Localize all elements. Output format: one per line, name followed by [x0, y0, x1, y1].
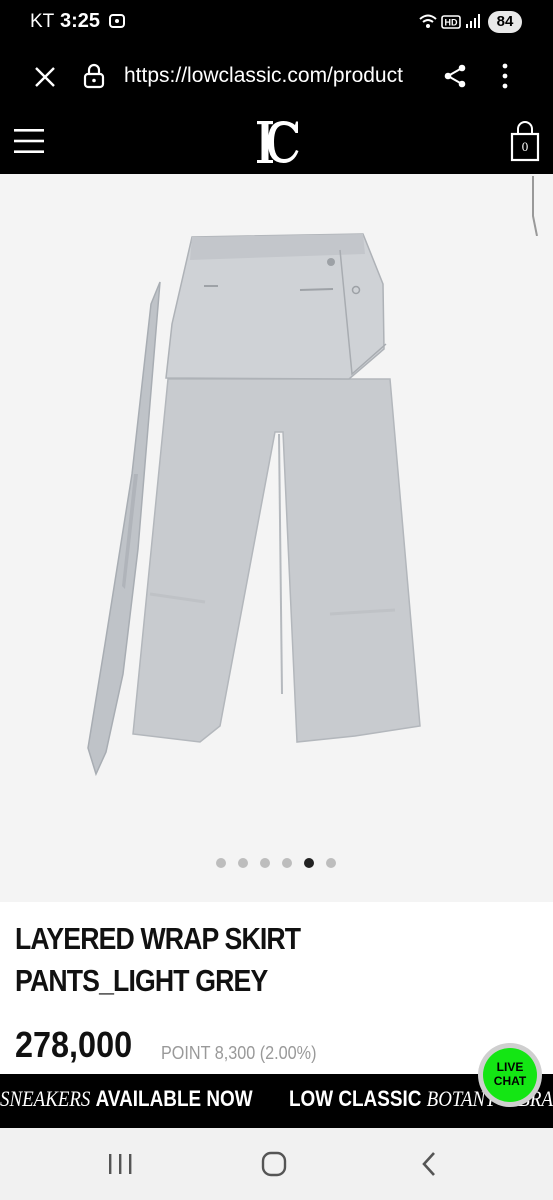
browser-toolbar: https://lowclassic.com/product — [0, 46, 553, 106]
menu-icon[interactable] — [14, 128, 44, 154]
screenshot-icon — [109, 14, 125, 28]
site-header: 0 — [0, 106, 553, 174]
product-title-line: PANTS_LIGHT GREY — [15, 963, 268, 998]
marquee-text: LOW CLASSIC — [288, 1086, 422, 1111]
product-image-gallery[interactable] — [0, 174, 553, 902]
product-image — [87, 233, 421, 777]
svg-text:HD: HD — [445, 18, 458, 28]
marquee-text: SNEAKERS — [0, 1086, 91, 1111]
gallery-dot[interactable] — [282, 858, 292, 868]
system-navigation-bar — [0, 1128, 553, 1200]
signal-icon: HD — [419, 14, 480, 29]
recent-apps-icon[interactable] — [102, 1148, 138, 1180]
gallery-dot-active[interactable] — [304, 858, 314, 868]
back-icon[interactable] — [412, 1148, 448, 1180]
reward-points: POINT 8,300 (2.00%) — [161, 1043, 317, 1063]
promo-marquee[interactable]: SNEAKERS AVAILABLE NOW LOW CLASSIC BOTAN… — [0, 1074, 553, 1128]
close-icon[interactable] — [32, 64, 58, 90]
battery-level: 84 — [488, 11, 522, 33]
clock: 3:25 — [60, 10, 101, 32]
address-field[interactable]: https://lowclassic.com/product — [124, 64, 420, 92]
scrollbar[interactable] — [531, 176, 539, 236]
product-title-line: LAYERED WRAP SKIRT — [15, 921, 301, 956]
share-icon[interactable] — [442, 63, 468, 89]
gallery-dot[interactable] — [260, 858, 270, 868]
product-title: LAYERED WRAP SKIRT PANTS_LIGHT GREY — [15, 918, 445, 1002]
carrier: KT — [30, 11, 55, 32]
more-icon[interactable] — [498, 62, 512, 90]
cart-count: 0 — [521, 139, 529, 154]
live-chat-button[interactable]: LIVE CHAT — [478, 1043, 542, 1107]
gallery-dot[interactable] — [238, 858, 248, 868]
gallery-dot[interactable] — [326, 858, 336, 868]
home-icon[interactable] — [256, 1148, 292, 1180]
live-chat-badge: LIVE CHAT — [483, 1048, 537, 1102]
product-price: 278,000 — [15, 1024, 133, 1065]
status-bar: KT 3:25 HD 84 — [0, 0, 553, 46]
marquee-text: AVAILABLE NOW — [95, 1086, 253, 1111]
live-chat-label: CHAT — [493, 1074, 527, 1088]
shopping-bag-icon[interactable]: 0 — [510, 120, 540, 162]
brand-logo[interactable] — [255, 120, 303, 164]
live-chat-label: LIVE — [496, 1060, 524, 1074]
gallery-dot[interactable] — [216, 858, 226, 868]
lock-icon[interactable] — [82, 63, 106, 89]
